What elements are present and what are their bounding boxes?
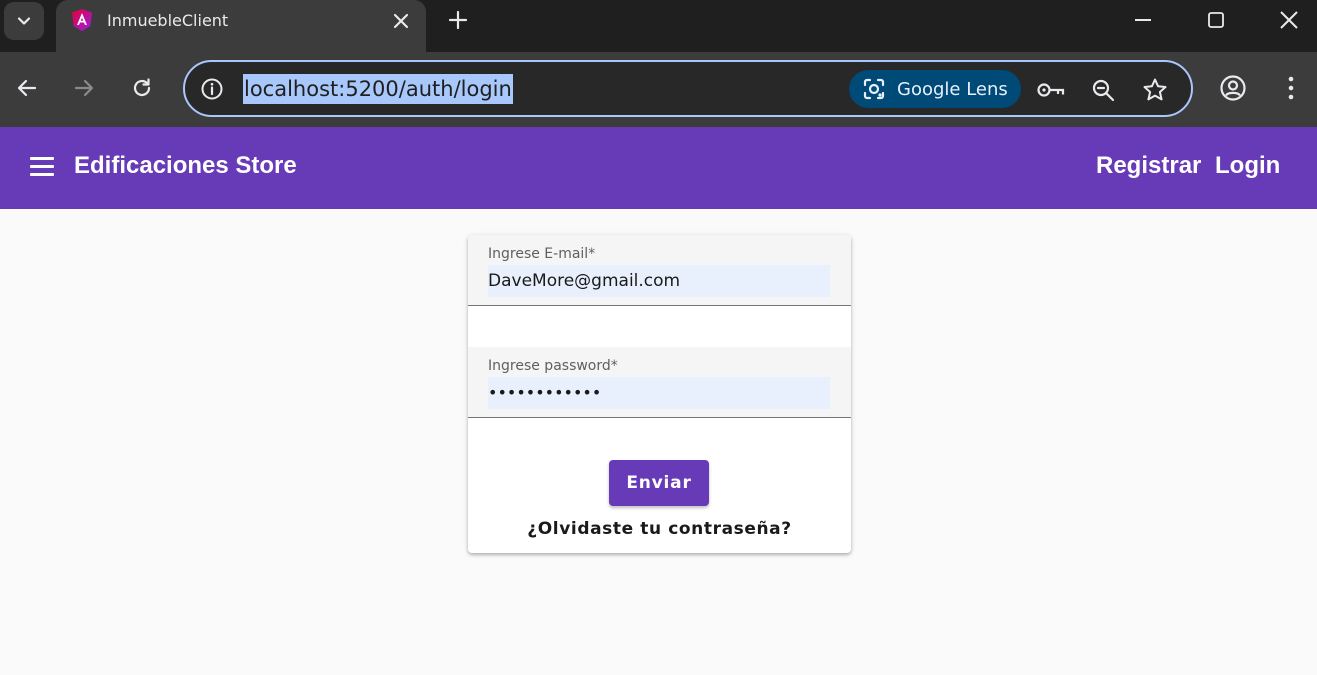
- email-input[interactable]: [488, 265, 830, 297]
- google-lens-label: Google Lens: [897, 78, 1008, 100]
- app-header: Edificaciones Store Registrar Login: [0, 127, 1317, 209]
- tab-title: InmuebleClient: [107, 11, 229, 30]
- forgot-password-link[interactable]: ¿Olvidaste tu contraseña?: [468, 519, 851, 539]
- register-link[interactable]: Registrar: [1096, 152, 1201, 180]
- address-bar[interactable]: localhost:5200/auth/login Google Lens: [183, 60, 1193, 117]
- hamburger-menu-icon[interactable]: [30, 157, 56, 179]
- login-link[interactable]: Login: [1215, 152, 1280, 180]
- kebab-menu-icon: [1288, 76, 1294, 100]
- email-label: Ingrese E-mail*: [488, 246, 596, 262]
- key-icon: [1037, 83, 1065, 97]
- bookmark-button[interactable]: [1141, 76, 1169, 104]
- reload-icon: [133, 78, 151, 97]
- minimize-window-button[interactable]: [1107, 0, 1179, 40]
- browser-tab-active[interactable]: InmuebleClient: [56, 0, 426, 52]
- back-icon: [17, 79, 37, 97]
- new-tab-button[interactable]: [444, 6, 472, 34]
- browser-tab-strip: InmuebleClient: [0, 0, 1317, 52]
- back-button[interactable]: [11, 72, 43, 104]
- angular-logo-icon: [72, 9, 92, 31]
- chevron-down-icon: [17, 17, 31, 25]
- plus-icon: [448, 10, 468, 30]
- submit-button[interactable]: Enviar: [609, 460, 709, 506]
- google-lens-button[interactable]: Google Lens: [849, 70, 1021, 108]
- login-card: Ingrese E-mail* Ingrese password* Enviar…: [468, 235, 851, 553]
- email-field[interactable]: Ingrese E-mail*: [468, 235, 851, 306]
- star-icon: [1143, 78, 1167, 101]
- maximize-icon: [1208, 12, 1224, 28]
- password-manager-button[interactable]: [1037, 76, 1065, 104]
- tab-close-button[interactable]: [388, 8, 414, 34]
- window-close-icon: [1280, 11, 1298, 29]
- forward-icon: [74, 79, 94, 97]
- app-title: Edificaciones Store: [74, 152, 297, 179]
- tab-search-button[interactable]: [4, 2, 44, 40]
- site-info-icon[interactable]: [200, 77, 224, 101]
- address-bar-url[interactable]: localhost:5200/auth/login: [243, 74, 513, 104]
- password-label: Ingrese password*: [488, 358, 618, 374]
- zoom-button[interactable]: [1089, 76, 1117, 104]
- profile-button[interactable]: [1217, 72, 1249, 104]
- password-field[interactable]: Ingrese password*: [468, 347, 851, 418]
- profile-icon: [1220, 75, 1246, 101]
- password-input[interactable]: [488, 377, 830, 409]
- browser-toolbar: localhost:5200/auth/login Google Lens: [0, 52, 1317, 127]
- maximize-window-button[interactable]: [1180, 0, 1252, 40]
- lens-icon: [863, 78, 885, 100]
- minimize-icon: [1135, 19, 1151, 21]
- reload-button[interactable]: [126, 72, 158, 104]
- forward-button[interactable]: [68, 72, 100, 104]
- close-icon: [393, 13, 409, 29]
- zoom-icon: [1092, 79, 1115, 102]
- browser-menu-button[interactable]: [1275, 72, 1307, 104]
- close-window-button[interactable]: [1253, 0, 1317, 40]
